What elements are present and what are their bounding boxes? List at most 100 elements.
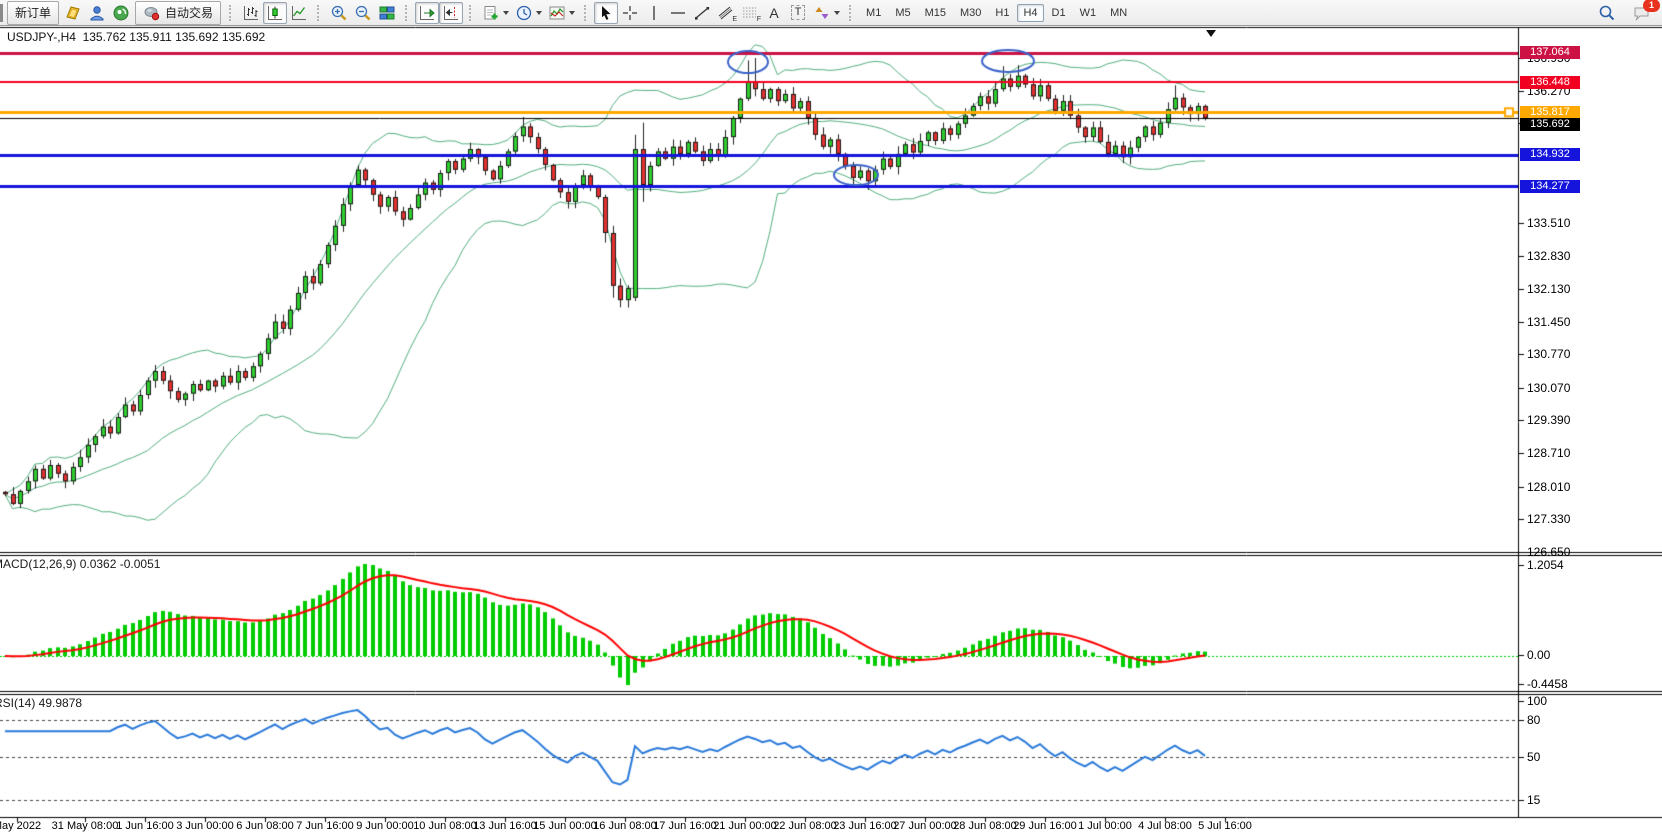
toolbar-grip[interactable] — [229, 5, 235, 21]
price-axis-tick: 133.510 — [1527, 216, 1570, 230]
candle-chart-mode-button[interactable] — [263, 2, 287, 24]
equidistant-channel-tool-button[interactable]: E — [714, 2, 738, 24]
autotrading-button[interactable]: 自动交易 — [135, 1, 221, 25]
time-axis-label: 7 Jun 16:00 — [296, 820, 354, 832]
indicators-button[interactable] — [545, 2, 578, 24]
toolbar-grip[interactable] — [317, 5, 323, 21]
timeframe-d1-button[interactable]: D1 — [1046, 4, 1072, 22]
rsi-axis-tick: 15 — [1527, 793, 1540, 807]
zoom-in-button[interactable] — [327, 2, 351, 24]
chart-canvas[interactable] — [0, 26, 1662, 838]
chevron-down-icon — [834, 11, 840, 15]
timeframe-mn-button[interactable]: MN — [1104, 4, 1133, 22]
timeframe-m30-button[interactable]: M30 — [954, 4, 987, 22]
time-axis-label: 6 Jun 08:00 — [236, 820, 294, 832]
clipped-icon-edge — [0, 4, 3, 22]
search-button[interactable] — [1595, 2, 1619, 24]
time-axis-label: 3 Jun 00:00 — [176, 820, 234, 832]
line-chart-icon — [290, 4, 308, 22]
zoom-out-icon — [354, 4, 372, 22]
text-tool-icon: A — [769, 5, 778, 21]
current-price-badge: 135.692 — [1520, 118, 1580, 131]
price-level-badge[interactable]: 134.932 — [1520, 148, 1580, 161]
toolbar-grip[interactable] — [469, 5, 475, 21]
text-label-tool-button[interactable]: T — [786, 2, 810, 24]
toolbar-grip[interactable] — [405, 5, 411, 21]
macd-axis-tick: -0.4458 — [1527, 677, 1568, 691]
trendline-tool-button[interactable] — [690, 2, 714, 24]
price-axis-tick: 131.450 — [1527, 315, 1570, 329]
vertical-line-tool-button[interactable] — [642, 2, 666, 24]
timeframe-h4-button[interactable]: H4 — [1017, 4, 1043, 22]
macd-indicator-label: MACD(12,26,9) 0.0362 -0.0051 — [0, 557, 160, 571]
time-axis-label: 1 Jul 00:00 — [1078, 820, 1132, 832]
time-axis-label: 27 Jun 00:00 — [893, 820, 957, 832]
time-axis-label: 17 Jun 16:00 — [653, 820, 717, 832]
price-level-badge[interactable]: 136.448 — [1520, 76, 1580, 89]
price-level-badge[interactable]: 135.817 — [1520, 106, 1580, 119]
text-tool-button[interactable]: A — [762, 2, 786, 24]
zoom-out-button[interactable] — [351, 2, 375, 24]
chart-window: USDJPY-,H4 135.762 135.911 135.692 135.6… — [0, 26, 1662, 838]
macd-axis-tick: 0.00 — [1527, 648, 1550, 662]
time-axis-label: 28 Jun 08:00 — [953, 820, 1017, 832]
chevron-down-icon — [503, 11, 509, 15]
vertical-line-icon — [645, 4, 663, 22]
time-axis-label: 13 Jun 16:00 — [473, 820, 537, 832]
chart-end-marker-icon[interactable] — [1206, 30, 1216, 37]
fibonacci-tool-button[interactable]: F — [738, 2, 762, 24]
price-axis-tick: 128.010 — [1527, 480, 1570, 494]
auto-scroll-icon — [418, 4, 436, 22]
news-signal-button[interactable] — [109, 2, 133, 24]
quotes-book-button[interactable] — [61, 2, 85, 24]
time-axis-label: May 2022 — [0, 820, 41, 832]
timeframe-m1-button[interactable]: M1 — [860, 4, 887, 22]
price-axis-tick: 127.330 — [1527, 512, 1570, 526]
period-clock-button[interactable] — [512, 2, 545, 24]
arrows-icon — [813, 4, 831, 22]
autotrading-label: 自动交易 — [165, 4, 213, 21]
signal-icon — [112, 4, 130, 22]
channel-letter: E — [732, 16, 737, 23]
crosshair-icon — [621, 4, 639, 22]
line-chart-mode-button[interactable] — [287, 2, 311, 24]
text-label-icon: T — [791, 5, 806, 20]
new-order-button[interactable]: 新订单 — [7, 1, 59, 25]
timeframe-m5-button[interactable]: M5 — [889, 4, 916, 22]
candle-chart-icon — [266, 4, 284, 22]
time-axis-label: 5 Jul 16:00 — [1198, 820, 1252, 832]
crosshair-tool-button[interactable] — [618, 2, 642, 24]
timeframe-w1-button[interactable]: W1 — [1074, 4, 1103, 22]
price-axis-tick: 130.070 — [1527, 381, 1570, 395]
cursor-tool-button[interactable] — [594, 2, 618, 24]
time-axis-label: 10 Jun 08:00 — [413, 820, 477, 832]
time-axis-label: 1 Jun 16:00 — [116, 820, 174, 832]
timeframe-h1-button[interactable]: H1 — [989, 4, 1015, 22]
arrows-tool-button[interactable] — [810, 2, 843, 24]
fibo-letter: F — [757, 16, 761, 23]
indicators-icon — [548, 4, 566, 22]
horizontal-line-tool-button[interactable] — [666, 2, 690, 24]
price-level-badge[interactable]: 137.064 — [1520, 46, 1580, 59]
auto-scroll-button[interactable] — [415, 2, 439, 24]
community-user-button[interactable] — [85, 2, 109, 24]
tile-windows-button[interactable] — [375, 2, 399, 24]
time-axis-label: 9 Jun 00:00 — [356, 820, 414, 832]
chart-shift-button[interactable] — [439, 2, 463, 24]
new-chart-button[interactable] — [479, 2, 512, 24]
toolbar-grip[interactable] — [584, 5, 590, 21]
horizontal-line-icon — [669, 4, 687, 22]
timeframe-m15-button[interactable]: M15 — [919, 4, 952, 22]
bar-chart-mode-button[interactable] — [239, 2, 263, 24]
price-level-badge[interactable]: 134.277 — [1520, 180, 1580, 193]
time-axis-label: 16 Jun 08:00 — [593, 820, 657, 832]
chart-shift-icon — [442, 4, 460, 22]
mt4-terminal: { "toolbar": { "new_order_label": "新订单",… — [0, 0, 1662, 838]
tile-windows-icon — [378, 4, 396, 22]
search-icon — [1598, 4, 1616, 22]
cursor-icon — [597, 4, 615, 22]
notifications-button[interactable]: 1 — [1629, 2, 1654, 24]
toolbar-right-tools: 1 — [1595, 0, 1654, 26]
toolbar-grip[interactable] — [849, 5, 855, 21]
bar-chart-icon — [242, 4, 260, 22]
